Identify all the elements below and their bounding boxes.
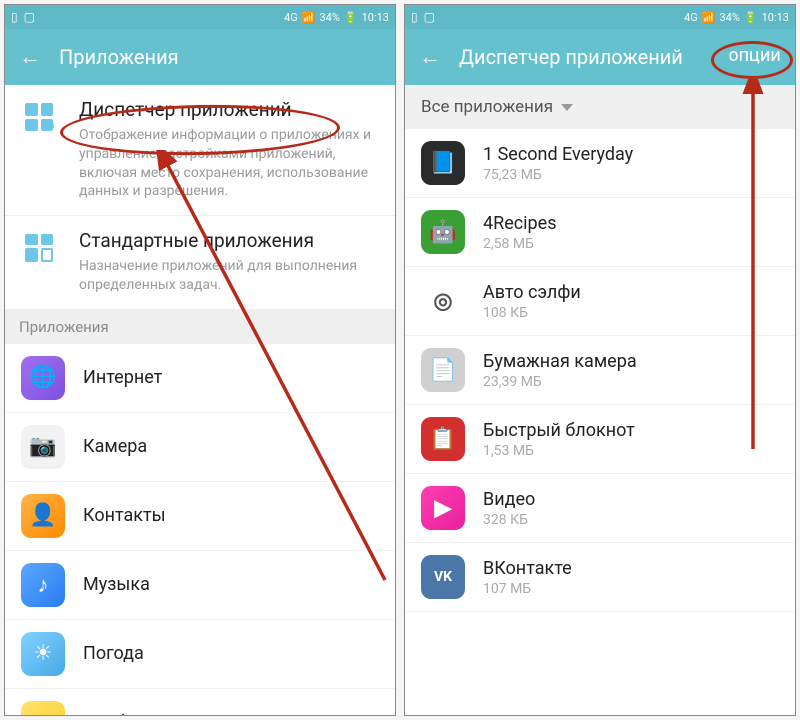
header: ← Диспетчер приложений ОПЦИИ bbox=[405, 29, 795, 85]
app-name: Быстрый блокнот bbox=[483, 420, 779, 441]
app-icon: 🤖 bbox=[421, 210, 465, 254]
app-name: Контакты bbox=[83, 505, 379, 526]
sim-icon: ▯ bbox=[411, 10, 418, 24]
setting-desc: Отображение информации о приложениях и у… bbox=[79, 126, 379, 202]
app-row[interactable]: ▶ Видео 328 КБ bbox=[405, 474, 795, 543]
header: ← Приложения bbox=[5, 29, 395, 85]
page-title: Приложения bbox=[59, 45, 381, 69]
app-icon: VK bbox=[421, 555, 465, 599]
app-size: 108 КБ bbox=[483, 305, 779, 321]
network-type: 4G bbox=[684, 11, 698, 24]
setting-desc: Назначение приложений для выполнения опр… bbox=[79, 257, 379, 295]
signal-icon: 📶 bbox=[302, 11, 316, 24]
filter-dropdown[interactable]: Все приложения bbox=[405, 85, 795, 129]
app-name: Сообщения bbox=[83, 712, 379, 715]
app-name: 4Recipes bbox=[483, 213, 779, 234]
sim-icon: ▯ bbox=[11, 10, 18, 24]
content-area: ⚙ Диспетчер приложений Отображение инфор… bbox=[5, 85, 395, 715]
app-icon: 👤 bbox=[21, 494, 65, 538]
battery-icon: 🔋 bbox=[344, 11, 358, 24]
filter-label: Все приложения bbox=[421, 97, 553, 117]
tiles-gear-icon: ⚙ bbox=[25, 103, 61, 139]
status-bar: ▯ ▢ 4G 📶 34% 🔋 10:13 bbox=[405, 5, 795, 29]
app-name: 1 Second Everyday bbox=[483, 144, 779, 165]
app-icon: 📄 bbox=[421, 348, 465, 392]
app-icon: 📘 bbox=[421, 141, 465, 185]
clock: 10:13 bbox=[362, 11, 389, 24]
app-name: Бумажная камера bbox=[483, 351, 779, 372]
battery-icon: 🔋 bbox=[744, 11, 758, 24]
app-row[interactable]: ♪ Музыка bbox=[5, 551, 395, 620]
back-button[interactable]: ← bbox=[419, 44, 441, 70]
app-name: Погода bbox=[83, 643, 379, 664]
app-icon: ☀ bbox=[21, 632, 65, 676]
tiles-icon bbox=[25, 234, 61, 270]
back-button[interactable]: ← bbox=[19, 44, 41, 70]
app-name: Видео bbox=[483, 489, 779, 510]
app-size: 1,53 МБ bbox=[483, 443, 779, 459]
battery-percent: 34% bbox=[319, 11, 339, 24]
app-row[interactable]: 📘 1 Second Everyday 75,23 МБ bbox=[405, 129, 795, 198]
chevron-down-icon bbox=[561, 104, 573, 111]
status-bar: ▯ ▢ 4G 📶 34% 🔋 10:13 bbox=[5, 5, 395, 29]
app-name: Музыка bbox=[83, 574, 379, 595]
app-size: 328 КБ bbox=[483, 512, 779, 528]
app-icon: 📋 bbox=[421, 417, 465, 461]
default-apps-setting[interactable]: Стандартные приложения Назначение прилож… bbox=[5, 216, 395, 310]
app-row[interactable]: 📄 Бумажная камера 23,39 МБ bbox=[405, 336, 795, 405]
setting-title: Диспетчер приложений bbox=[79, 99, 379, 122]
clock: 10:13 bbox=[762, 11, 789, 24]
app-name: ВКонтакте bbox=[483, 558, 779, 579]
app-row[interactable]: 👤 Контакты bbox=[5, 482, 395, 551]
options-button[interactable]: ОПЦИИ bbox=[729, 49, 781, 65]
app-icon: ♪ bbox=[21, 563, 65, 607]
battery-percent: 34% bbox=[719, 11, 739, 24]
content-area: 📘 1 Second Everyday 75,23 МБ🤖 4Recipes 2… bbox=[405, 129, 795, 715]
phone-left: ▯ ▢ 4G 📶 34% 🔋 10:13 ← Приложения ⚙ Дисп… bbox=[4, 4, 396, 716]
app-name: Интернет bbox=[83, 367, 379, 388]
app-size: 23,39 МБ bbox=[483, 374, 779, 390]
app-row[interactable]: ☀ Погода bbox=[5, 620, 395, 689]
app-icon: ✉ bbox=[21, 701, 65, 715]
screenshot-icon: ▢ bbox=[424, 10, 435, 24]
app-row[interactable]: ✉ Сообщения bbox=[5, 689, 395, 715]
app-row[interactable]: 🤖 4Recipes 2,58 МБ bbox=[405, 198, 795, 267]
app-row[interactable]: 🌐 Интернет bbox=[5, 344, 395, 413]
phone-right: ▯ ▢ 4G 📶 34% 🔋 10:13 ← Диспетчер приложе… bbox=[404, 4, 796, 716]
app-row[interactable]: VK ВКонтакте 107 МБ bbox=[405, 543, 795, 612]
app-icon: 🌐 bbox=[21, 356, 65, 400]
setting-title: Стандартные приложения bbox=[79, 230, 379, 253]
app-size: 107 МБ bbox=[483, 581, 779, 597]
signal-icon: 📶 bbox=[702, 11, 716, 24]
app-name: Авто сэлфи bbox=[483, 282, 779, 303]
app-row[interactable]: ◎ Авто сэлфи 108 КБ bbox=[405, 267, 795, 336]
app-row[interactable]: 📷 Камера bbox=[5, 413, 395, 482]
app-icon: ▶ bbox=[421, 486, 465, 530]
section-label: Приложения bbox=[5, 310, 395, 344]
page-title: Диспетчер приложений bbox=[459, 45, 711, 69]
app-manager-setting[interactable]: ⚙ Диспетчер приложений Отображение инфор… bbox=[5, 85, 395, 216]
app-name: Камера bbox=[83, 436, 379, 457]
screenshot-icon: ▢ bbox=[24, 10, 35, 24]
app-size: 2,58 МБ bbox=[483, 236, 779, 252]
app-row[interactable]: 📋 Быстрый блокнот 1,53 МБ bbox=[405, 405, 795, 474]
app-icon: ◎ bbox=[421, 279, 465, 323]
app-size: 75,23 МБ bbox=[483, 167, 779, 183]
network-type: 4G bbox=[284, 11, 298, 24]
app-icon: 📷 bbox=[21, 425, 65, 469]
